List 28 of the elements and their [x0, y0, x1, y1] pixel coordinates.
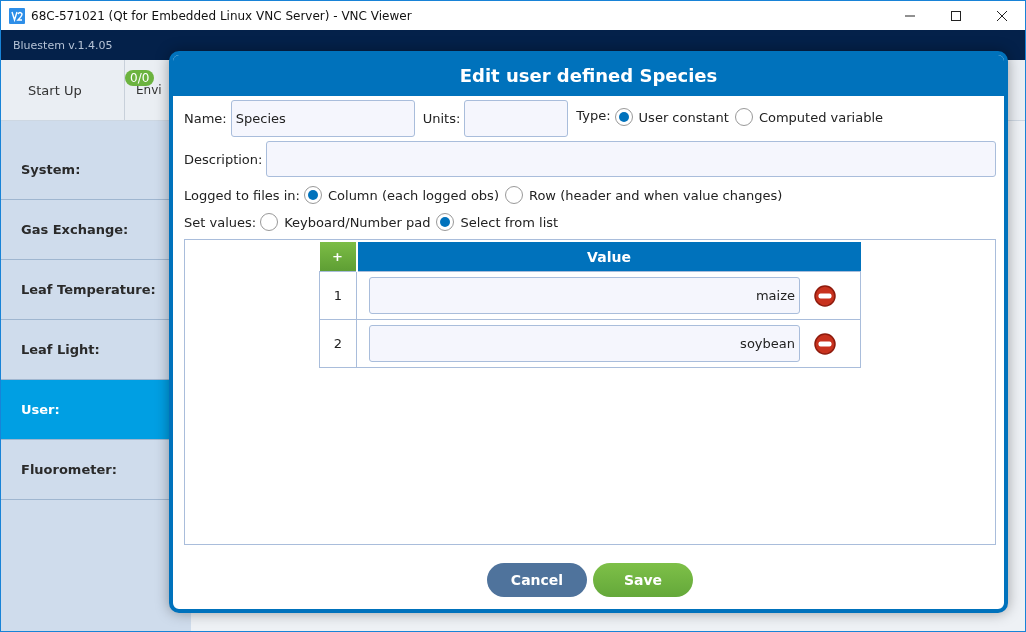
value-field[interactable]: soybean: [369, 325, 800, 362]
maximize-icon[interactable]: [950, 9, 962, 22]
count-badge: 0/0: [125, 70, 155, 86]
radio-option[interactable]: Select from list: [436, 213, 559, 231]
description-field[interactable]: [266, 141, 996, 177]
units-field[interactable]: [464, 100, 569, 137]
radio-option[interactable]: Row (header and when value changes): [504, 186, 783, 204]
window-title: 68C-571021 (Qt for Embedded Linux VNC Server) - VNC Viewer: [31, 8, 412, 23]
app-version: Bluestem v.1.4.05: [13, 38, 113, 52]
step-tab[interactable]: Start Up: [1, 60, 125, 120]
field-label: Type:: [576, 108, 611, 123]
value-field[interactable]: maize: [369, 277, 800, 314]
row-number: 1: [319, 271, 357, 320]
radio-option[interactable]: Column (each logged obs): [304, 186, 499, 204]
field-label: Name:: [184, 111, 227, 126]
remove-icon[interactable]: [814, 284, 836, 307]
app-icon: [9, 7, 25, 24]
cancel-button[interactable]: Cancel: [487, 563, 587, 597]
close-icon[interactable]: [996, 9, 1008, 22]
row-number: 2: [319, 319, 357, 368]
remove-icon[interactable]: [814, 332, 836, 355]
radio-option[interactable]: Computed variable: [734, 108, 883, 126]
field-label: Units:: [422, 111, 461, 126]
column-header: Value: [356, 242, 861, 272]
radio-option[interactable]: User constant: [614, 108, 729, 126]
dialog-title: Edit user defined Species: [173, 55, 1004, 96]
name-field[interactable]: Species: [230, 100, 415, 137]
radio-option[interactable]: Keyboard/Number pad: [260, 213, 431, 231]
